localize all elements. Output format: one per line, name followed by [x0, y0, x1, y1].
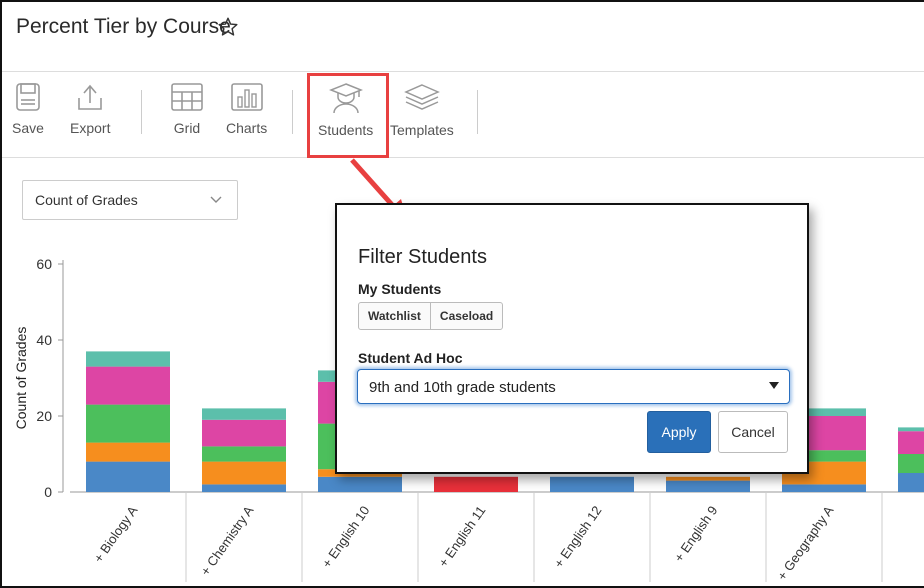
caret-down-icon — [769, 382, 779, 389]
chart-bar-segment — [86, 461, 170, 492]
chart-bar-segment — [86, 442, 170, 462]
chart-bar-segment — [202, 484, 286, 492]
toolbar: Save Export Grid Charts Students Templat… — [2, 72, 924, 158]
chart-bar-segment — [666, 480, 750, 492]
export-icon — [78, 84, 103, 110]
templates-button[interactable]: Templates — [390, 82, 454, 138]
star-icon[interactable] — [217, 16, 239, 38]
chart-bar-segment — [86, 351, 170, 367]
y-axis-label: Count of Grades — [13, 327, 29, 430]
student-ad-hoc-label: Student Ad Hoc — [358, 350, 463, 366]
chart-bar-segment — [898, 454, 924, 473]
student-icon — [328, 83, 363, 114]
save-button[interactable]: Save — [12, 82, 44, 136]
measure-select-value: Count of Grades — [35, 192, 138, 208]
layers-icon — [404, 84, 440, 110]
y-tick-label: 0 — [44, 484, 52, 500]
toolbar-divider — [141, 90, 142, 134]
chart-bar-segment — [202, 419, 286, 447]
chevron-down-icon — [210, 196, 222, 203]
student-ad-hoc-value: 9th and 10th grade students — [369, 379, 556, 396]
chart-bar-segment — [202, 446, 286, 462]
save-icon — [16, 83, 40, 111]
x-tick-label: + Chemistry A — [198, 503, 257, 578]
chart-bar-segment — [86, 404, 170, 443]
y-tick-label: 40 — [36, 332, 52, 348]
grid-icon — [171, 83, 203, 111]
chart-bar-segment — [898, 431, 924, 454]
export-button[interactable]: Export — [70, 82, 110, 136]
cancel-button[interactable]: Cancel — [718, 411, 788, 453]
chart-bar-segment — [898, 473, 924, 492]
title-bar: Percent Tier by Course — [2, 2, 924, 72]
chart-bar-segment — [202, 461, 286, 485]
templates-label: Templates — [390, 122, 454, 138]
x-tick-label: + English 10 — [319, 503, 373, 571]
student-ad-hoc-select[interactable]: 9th and 10th grade students — [357, 369, 790, 404]
grid-label: Grid — [173, 120, 201, 136]
save-label: Save — [12, 120, 44, 136]
y-tick-label: 60 — [36, 256, 52, 272]
chart-bar-segment — [898, 427, 924, 432]
students-label: Students — [318, 122, 374, 138]
filter-students-modal: Filter Students My Students Watchlist Ca… — [335, 203, 809, 474]
measure-select[interactable]: Count of Grades — [22, 180, 238, 220]
x-tick-label: + English 9 — [671, 503, 720, 565]
apply-button[interactable]: Apply — [647, 411, 711, 453]
modal-title: Filter Students — [358, 246, 487, 268]
x-tick-label: + Biology A — [91, 503, 141, 565]
x-tick-label: + English 11 — [435, 503, 488, 570]
chart-bar-segment — [782, 484, 866, 492]
toolbar-divider — [477, 90, 478, 134]
my-students-button-group: Watchlist Caseload — [358, 302, 504, 330]
chart-bar-segment — [318, 476, 402, 492]
y-tick-label: 20 — [36, 408, 52, 424]
students-button[interactable]: Students — [318, 82, 373, 138]
charts-label: Charts — [226, 120, 268, 136]
chart-bar-segment — [550, 476, 634, 492]
chart-bar-segment — [202, 408, 286, 420]
page-title: Percent Tier by Course — [16, 15, 231, 38]
watchlist-button[interactable]: Watchlist — [359, 303, 430, 329]
x-tick-label: + English 12 — [551, 503, 605, 571]
app-frame: Percent Tier by Course Save Export Grid … — [0, 0, 924, 588]
chart-bar-segment — [434, 476, 518, 492]
caseload-button[interactable]: Caseload — [429, 303, 502, 329]
x-tick-label: + Geography A — [774, 503, 836, 583]
toolbar-divider — [292, 90, 293, 134]
charts-button[interactable]: Charts — [226, 82, 267, 136]
bar-chart-icon — [230, 83, 263, 111]
chart-bar-segment — [86, 366, 170, 405]
grid-button[interactable]: Grid — [170, 82, 204, 136]
export-label: Export — [70, 120, 111, 136]
my-students-label: My Students — [358, 281, 442, 297]
chart-bar-segment — [666, 476, 750, 481]
